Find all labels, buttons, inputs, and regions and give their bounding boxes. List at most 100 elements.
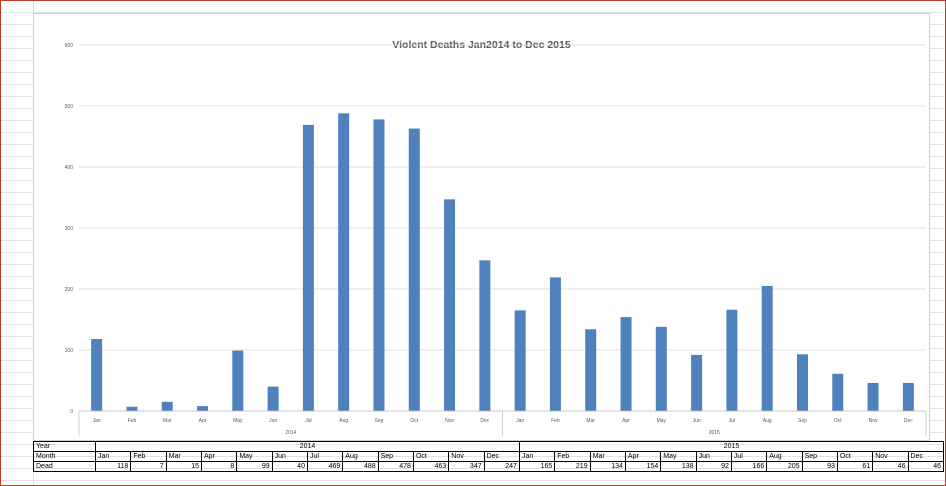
bar-dec-11: [479, 260, 491, 411]
bar-apr-3: [197, 406, 209, 411]
table-dead-cell: 154: [624, 461, 662, 472]
y-tick-label: 400: [65, 165, 74, 171]
table-month-cell: Aug: [766, 451, 803, 462]
table-dead-cell: 478: [377, 461, 414, 472]
x-tick-label: Jun: [269, 418, 277, 424]
table-dead-cell: 219: [554, 461, 591, 472]
x-tick-label: Nov: [869, 418, 878, 424]
table-month-cell: May: [236, 451, 273, 462]
x-tick-label: Jan: [516, 418, 524, 424]
bar-feb-13: [549, 277, 561, 411]
table-month-cell: Oct: [412, 451, 450, 462]
bar-may-4: [232, 350, 244, 411]
table-month-cell: Aug: [342, 451, 379, 462]
bar-may-16: [655, 326, 667, 411]
bar-feb-1: [126, 406, 138, 411]
x-tick-label: Dec: [904, 418, 913, 424]
table-dead-cell: 134: [589, 461, 626, 472]
table-dead-cell: 347: [448, 461, 485, 472]
x-tick-label: May: [233, 418, 243, 424]
table-month-cell: Apr: [624, 451, 662, 462]
bar-apr-15: [620, 317, 632, 411]
bar-mar-2: [161, 401, 173, 411]
table-dead-cell: 93: [801, 461, 838, 472]
bar-jan-12: [514, 310, 526, 411]
table-dead-cell: 205: [766, 461, 803, 472]
bar-aug-19: [761, 285, 773, 411]
x-tick-label: Mar: [586, 418, 595, 424]
table-month-cell: Feb: [554, 451, 591, 462]
table-dead-cell: 247: [483, 461, 520, 472]
table-month-cell: Mar: [589, 451, 626, 462]
table-month-cell: Sep: [377, 451, 414, 462]
row-label-dead: Dead: [33, 461, 96, 472]
table-dead-cell: 463: [412, 461, 450, 472]
bar-chart: 0 100 200 300 400 500 600 Jan Feb Mar Apr May Jun Ju…: [65, 43, 927, 436]
table-dead-cell: 469: [306, 461, 344, 472]
x-tick-label: Aug: [763, 418, 772, 424]
table-month-cell: Oct: [836, 451, 874, 462]
table-month-cell: Sep: [801, 451, 838, 462]
x-tick-label: Mar: [163, 418, 172, 424]
bar-jun-17: [691, 354, 703, 411]
table-dead-cell: 99: [236, 461, 273, 472]
x-tick-label: Jan: [93, 418, 101, 424]
x-tick-label: Aug: [339, 418, 348, 424]
data-table: Year 2014 2015 Month Jan Feb Mar Apr May Jun Ju…: [33, 441, 945, 472]
table-month-cell: Nov: [448, 451, 485, 462]
x-tick-label: Jul: [305, 418, 311, 424]
x-tick-label: Jul: [729, 418, 735, 424]
table-dead-cell: 46: [907, 461, 945, 472]
table-year-cell: 2014: [95, 441, 520, 452]
row-label-year: Year: [33, 441, 96, 452]
table-month-cell: Jul: [730, 451, 768, 462]
bar-oct-9: [408, 128, 420, 411]
x-tick-label: Feb: [128, 418, 137, 424]
x-tick-label: Dec: [480, 418, 489, 424]
table-row-year: Year 2014 2015: [33, 441, 945, 452]
table-dead-cell: 488: [342, 461, 379, 472]
bars: [91, 113, 914, 412]
table-row-month: Month Jan Feb Mar Apr May Jun Jul Aug Sep Oct Nov D…: [33, 451, 945, 462]
table-dead-cell: 61: [836, 461, 874, 472]
table-month-cell: Jun: [271, 451, 308, 462]
table-month-cell: Mar: [165, 451, 202, 462]
table-dead-cell: 15: [165, 461, 202, 472]
bar-nov-10: [444, 199, 456, 411]
x-tick-label: Sep: [375, 418, 384, 424]
table-dead-cell: 118: [94, 461, 132, 472]
bar-aug-7: [338, 113, 350, 411]
table-month-cell: Apr: [200, 451, 238, 462]
table-month-cell: Nov: [872, 451, 909, 462]
table-dead-cell: 138: [660, 461, 697, 472]
bar-mar-14: [585, 329, 597, 411]
bar-jan-0: [91, 339, 103, 411]
table-month-cell: Jan: [94, 451, 132, 462]
table-dead-cell: 7: [130, 461, 167, 472]
table-dead-cell: 8: [200, 461, 238, 472]
x-tick-label: Sep: [798, 418, 807, 424]
bar-dec-23: [902, 382, 914, 411]
x-tick-label: Oct: [410, 418, 418, 424]
x-tick-label: Apr: [622, 418, 630, 424]
bar-sep-8: [373, 119, 385, 412]
bar-oct-21: [832, 373, 844, 411]
table-dead-cell: 40: [271, 461, 308, 472]
table-row-dead: Dead 118 7 15 8 99 40 469 488 478 463 347 247 165 219…: [33, 461, 945, 472]
table-month-cell: May: [660, 451, 697, 462]
y-tick-label: 500: [65, 104, 74, 110]
table-dead-cell: 166: [730, 461, 768, 472]
x-tick-label: Jun: [693, 418, 701, 424]
x-axis: Jan Feb Mar Apr May Jun Jul Aug Sep Oct Nov Dec Jan F…: [78, 410, 927, 436]
x-tick-label: May: [657, 418, 667, 424]
year-group-label: 2015: [709, 430, 720, 436]
bar-jun-5: [267, 386, 279, 411]
y-tick-label: 300: [65, 226, 74, 232]
bar-jul-18: [726, 309, 738, 411]
table-month-cell: Jan: [518, 451, 556, 462]
table-month-cell: Jul: [306, 451, 344, 462]
y-tick-label: 100: [65, 348, 74, 354]
table-dead-cell: 46: [872, 461, 909, 472]
table-month-cell: Feb: [130, 451, 167, 462]
table-dead-cell: 92: [695, 461, 732, 472]
